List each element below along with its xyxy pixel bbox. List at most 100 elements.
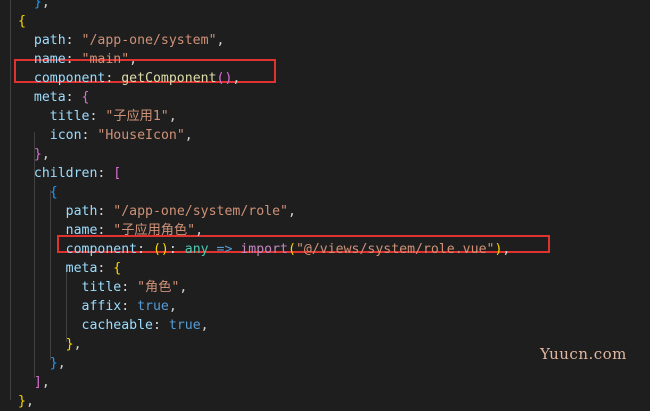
- code-token: :: [65, 33, 82, 48]
- code-token: :: [89, 109, 106, 124]
- code-token: getComponent: [121, 71, 217, 86]
- code-token: :: [137, 242, 153, 257]
- code-token: =>: [208, 242, 241, 257]
- code-line[interactable]: },: [18, 145, 50, 164]
- code-token: :: [152, 318, 169, 333]
- code-token: {: [81, 90, 90, 105]
- code-line[interactable]: name: "子应用角色",: [18, 221, 203, 240]
- code-token: ,: [287, 204, 296, 219]
- code-line[interactable]: affix: true,: [18, 297, 177, 316]
- code-line[interactable]: {: [18, 12, 26, 31]
- watermark-text: Yuucn.com: [540, 345, 627, 363]
- code-token: {: [49, 185, 58, 200]
- code-line[interactable]: path: "/app-one/system/role",: [18, 202, 296, 221]
- code-token: ,: [200, 318, 209, 333]
- code-token: }: [33, 147, 42, 162]
- code-token: :: [121, 299, 138, 314]
- code-token: "角色": [137, 280, 180, 295]
- code-token: "/app-one/system": [81, 33, 217, 48]
- code-line[interactable]: },: [18, 392, 34, 411]
- code-token: path: [18, 204, 98, 219]
- code-token: true: [168, 318, 201, 333]
- code-token: "@/views/system/role.vue": [295, 242, 495, 257]
- code-token: ,: [41, 375, 50, 390]
- code-token: component: [18, 71, 106, 86]
- code-token: ,: [41, 147, 50, 162]
- code-token: affix: [18, 299, 122, 314]
- code-token: title: [18, 109, 90, 124]
- code-token: :: [97, 261, 114, 276]
- code-token: title: [18, 280, 122, 295]
- code-line[interactable]: },: [18, 0, 50, 12]
- code-token: ,: [73, 337, 82, 352]
- code-token: "HouseIcon": [97, 128, 185, 143]
- code-line[interactable]: cacheable: true,: [18, 316, 209, 335]
- code-line[interactable]: ],: [18, 373, 50, 392]
- code-token: :: [105, 71, 122, 86]
- code-token: ,: [41, 0, 50, 10]
- code-token: :: [97, 204, 114, 219]
- code-token: any: [184, 242, 209, 257]
- code-token: component: [18, 242, 138, 257]
- code-token: ,: [502, 242, 511, 257]
- code-token: :: [168, 242, 185, 257]
- code-line[interactable]: },: [18, 335, 82, 354]
- code-line[interactable]: title: "子应用1",: [18, 107, 177, 126]
- code-token: ]: [33, 375, 42, 390]
- code-token: ,: [232, 71, 241, 86]
- code-line[interactable]: {: [18, 183, 58, 202]
- code-token: cacheable: [18, 318, 153, 333]
- code-line[interactable]: component: getComponent(),: [18, 69, 240, 88]
- code-token: :: [65, 90, 82, 105]
- code-token: }: [18, 394, 26, 409]
- code-token: :: [81, 128, 98, 143]
- code-token: [: [113, 166, 122, 181]
- code-token: ,: [216, 33, 225, 48]
- code-token: }: [33, 0, 42, 10]
- code-token: }: [49, 356, 58, 371]
- code-token: meta: [18, 261, 98, 276]
- code-token: :: [97, 166, 114, 181]
- code-token: true: [137, 299, 169, 314]
- code-line[interactable]: icon: "HouseIcon",: [18, 126, 193, 145]
- code-token: ,: [168, 109, 177, 124]
- code-token: "子应用角色": [113, 223, 196, 238]
- code-token: "子应用1": [105, 109, 169, 124]
- code-token: ,: [25, 394, 34, 409]
- code-line[interactable]: component: (): any => import("@/views/sy…: [18, 240, 511, 259]
- code-token: ,: [179, 280, 188, 295]
- code-token: ,: [184, 128, 193, 143]
- code-token: name: [18, 223, 98, 238]
- code-token: (): [152, 242, 169, 257]
- code-line[interactable]: title: "角色",: [18, 278, 188, 297]
- code-line[interactable]: name: "main",: [18, 50, 137, 69]
- code-token: ,: [57, 356, 66, 371]
- code-token: name: [18, 52, 66, 67]
- code-line[interactable]: meta: {: [18, 259, 122, 278]
- code-token: path: [18, 33, 66, 48]
- code-token: icon: [18, 128, 82, 143]
- code-line[interactable]: path: "/app-one/system",: [18, 31, 225, 50]
- code-token: "main": [81, 52, 130, 67]
- code-token: ,: [195, 223, 204, 238]
- code-token: children: [18, 166, 98, 181]
- code-token: (): [216, 71, 233, 86]
- code-line[interactable]: meta: {: [18, 88, 90, 107]
- code-token: meta: [18, 90, 66, 105]
- code-line[interactable]: },: [18, 354, 66, 373]
- code-token: (: [288, 242, 296, 257]
- code-token: ,: [129, 52, 138, 67]
- code-line[interactable]: children: [: [18, 164, 121, 183]
- code-token: }: [65, 337, 74, 352]
- code-token: {: [113, 261, 122, 276]
- code-token: :: [121, 280, 138, 295]
- code-token: :: [65, 52, 82, 67]
- code-token: "/app-one/system/role": [113, 204, 288, 219]
- code-token: ,: [168, 299, 177, 314]
